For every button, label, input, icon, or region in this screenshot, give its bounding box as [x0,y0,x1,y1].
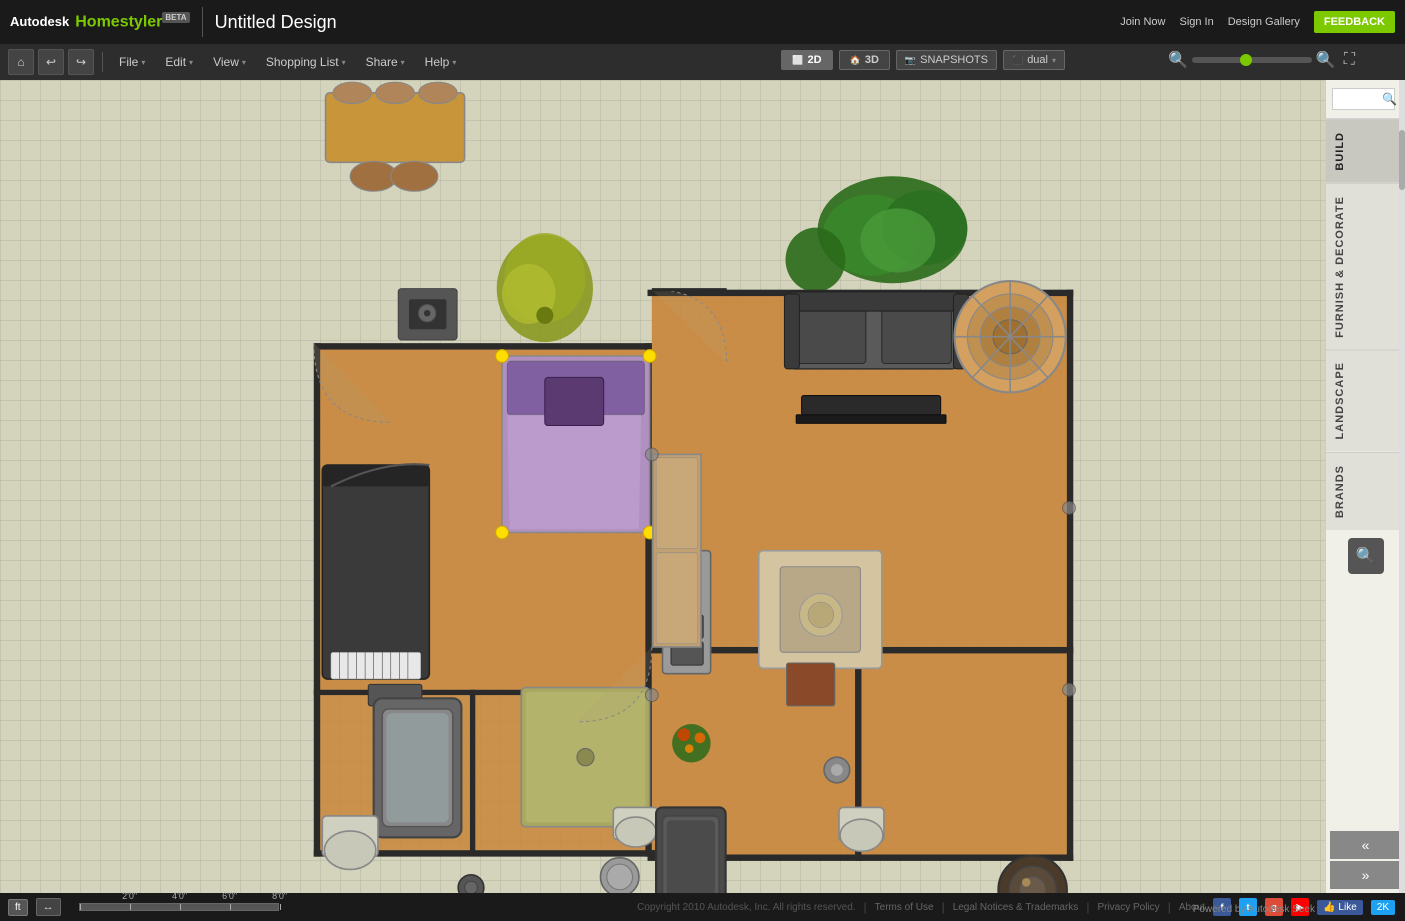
join-now-link[interactable]: Join Now [1120,16,1165,28]
toolbar: ⌂ ↩ ↪ File ▾ Edit ▾ View ▾ Shopping List… [0,44,1405,80]
top-right-links: Join Now Sign In Design Gallery FEEDBACK [1120,0,1395,44]
panel-scroll-thumb[interactable] [1399,130,1405,190]
fullscreen-button[interactable]: ⛶ [1344,51,1355,69]
top-bar: Autodesk HomestylerBETA Untitled Design … [0,0,1405,44]
toolbar-divider-1 [102,52,103,72]
view-menu[interactable]: View ▾ [205,51,254,73]
collapse-up-button[interactable]: « [1330,831,1401,859]
like-thumb-icon: 👍 [1323,902,1335,913]
panel-large-search-button[interactable]: 🔍 [1348,538,1384,574]
floorplan-svg [0,80,1325,893]
like-label: Like [1338,902,1356,913]
zoom-slider[interactable] [1192,57,1312,63]
legal-link[interactable]: Legal Notices & Trademarks [953,902,1079,913]
beta-badge: BETA [162,12,189,23]
tab-landscape[interactable]: LANDSCAPE [1326,349,1405,451]
edit-menu-arrow: ▾ [189,58,193,67]
pipe-2: | [942,900,945,914]
view-2d-button[interactable]: ⬜ 2D [781,50,832,70]
ruler-label-4ft: 4'0" [172,891,187,901]
dual-arrow: ▾ [1052,56,1056,65]
redo-button[interactable]: ↪ [68,49,94,75]
dual-button[interactable]: ⬛ dual ▾ [1003,50,1065,70]
collapse-down-button[interactable]: » [1330,861,1401,889]
zoom-in-button[interactable]: 🔍 [1316,50,1336,70]
edit-menu[interactable]: Edit ▾ [157,51,201,73]
ruler-label-2ft: 2'0" [122,891,137,901]
tab-furnish[interactable]: FURNISH & DECORATE [1326,183,1405,350]
privacy-link[interactable]: Privacy Policy [1097,902,1159,913]
sign-in-link[interactable]: Sign In [1179,16,1213,28]
copyright-text: Copyright 2010 Autodesk, Inc. All rights… [637,902,855,913]
measure-button[interactable]: ↔ [36,898,61,916]
home-button[interactable]: ⌂ [8,49,34,75]
ruler-label-6ft: 6'0" [222,891,237,901]
zoom-thumb[interactable] [1240,54,1252,66]
view-3d-button[interactable]: 🏠 3D [839,50,890,70]
design-title: Untitled Design [215,12,337,33]
main-area: 🔍 BUILD FURNISH & DECORATE LANDSCAPE BRA… [0,80,1405,893]
file-menu[interactable]: File ▾ [111,51,153,73]
powered-by-text: Powered by Autodesk Seek [1193,904,1315,915]
feedback-button[interactable]: FEEDBACK [1314,11,1395,33]
zoom-out-button[interactable]: 🔍 [1168,50,1188,70]
panel-search-area: 🔍 [1326,80,1405,119]
logo-divider [202,7,203,37]
tab-build[interactable]: BUILD [1326,119,1405,183]
panel-collapse-area: « » [1326,827,1405,893]
shopping-list-menu[interactable]: Shopping List ▾ [258,51,354,73]
pipe-4: | [1168,900,1171,914]
pipe-1: | [864,900,867,914]
help-menu[interactable]: Help ▾ [417,51,465,73]
like-button[interactable]: 👍 Like [1317,900,1363,915]
homestyler-logo: HomestylerBETA [75,13,189,31]
autodesk-logo: Autodesk [10,14,69,29]
help-menu-arrow: ▾ [452,58,456,67]
ruler-bar: 2'0" 4'0" 6'0" 8'0" [79,903,279,911]
undo-button[interactable]: ↩ [38,49,64,75]
zoom-bar: 🔍 🔍 ⛶ [1168,50,1355,70]
design-gallery-link[interactable]: Design Gallery [1228,16,1300,28]
file-menu-arrow: ▾ [141,58,145,67]
right-panel: 🔍 BUILD FURNISH & DECORATE LANDSCAPE BRA… [1325,80,1405,893]
shopping-list-arrow: ▾ [342,58,346,67]
pipe-3: | [1086,900,1089,914]
view-menu-arrow: ▾ [242,58,246,67]
panel-search-icon[interactable]: 🔍 [1382,92,1397,106]
powered-by: Powered by Autodesk Seek [1193,904,1315,915]
logo-area: Autodesk HomestylerBETA [10,13,190,31]
snapshots-button[interactable]: 📷 SNAPSHOTS [896,50,997,70]
terms-link[interactable]: Terms of Use [875,902,934,913]
share-menu[interactable]: Share ▾ [358,51,413,73]
unit-selector[interactable]: ft [8,899,28,916]
scale-ruler: 2'0" 4'0" 6'0" 8'0" [79,903,279,911]
view-toggle: ⬜ 2D 🏠 3D 📷 SNAPSHOTS ⬛ dual ▾ [781,50,1065,70]
twok-button[interactable]: 2K [1371,900,1395,915]
panel-scrollbar[interactable] [1399,80,1405,893]
ruler-label-8ft: 8'0" [272,891,287,901]
tab-brands[interactable]: BRANDS [1326,452,1405,530]
canvas[interactable] [0,80,1325,893]
share-menu-arrow: ▾ [401,58,405,67]
